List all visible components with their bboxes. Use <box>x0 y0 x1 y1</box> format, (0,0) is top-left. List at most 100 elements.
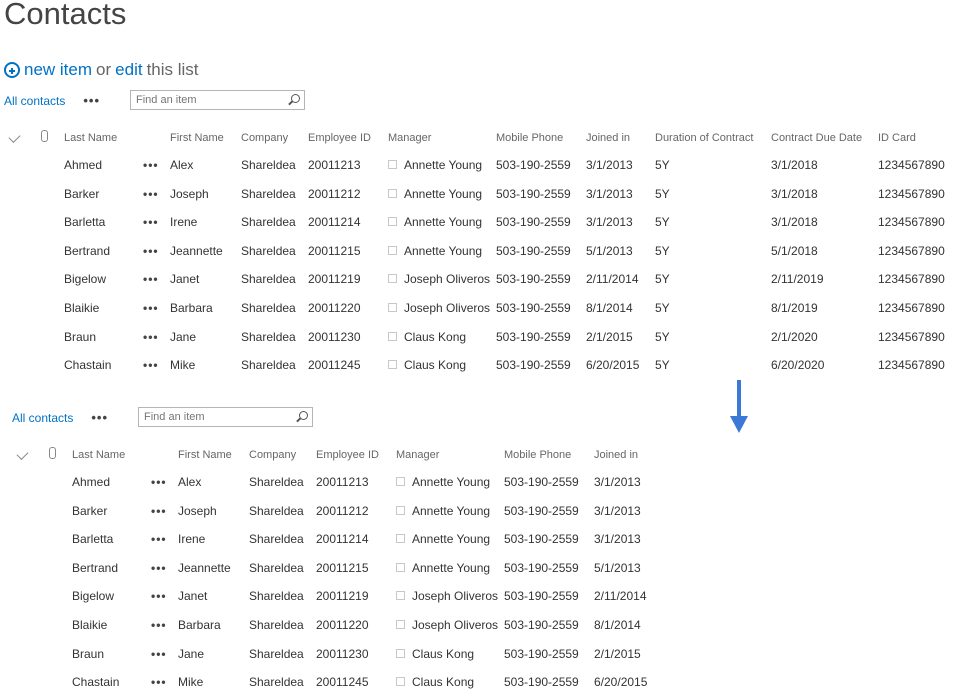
new-item-link[interactable]: new item <box>24 60 92 80</box>
cell-phone: 503-190-2559 <box>496 215 571 230</box>
column-header-mobile-phone[interactable]: Mobile Phone <box>504 449 571 461</box>
cell-last: Bigelow <box>72 589 115 604</box>
view-bar-2: All contacts ••• <box>12 410 108 425</box>
row-more-button[interactable]: ••• <box>143 215 159 229</box>
search-icon-2[interactable] <box>299 411 308 420</box>
cell-phone: 503-190-2559 <box>504 503 579 518</box>
view-more-button[interactable]: ••• <box>83 93 100 108</box>
row-more-button[interactable]: ••• <box>143 330 159 344</box>
cell-phone: 503-190-2559 <box>504 475 579 489</box>
cell-first: Joseph <box>178 503 217 518</box>
cell-duration: 5Y <box>655 186 670 201</box>
cell-phone: 503-190-2559 <box>504 532 579 547</box>
column-header-mobile-phone[interactable]: Mobile Phone <box>496 132 563 144</box>
attachment-icon <box>41 130 48 142</box>
cell-emp-id: 20011220 <box>308 301 361 315</box>
cell-emp-id: 20011212 <box>308 186 361 201</box>
column-header-id-card[interactable]: ID Card <box>878 132 916 144</box>
edit-link[interactable]: edit <box>115 60 142 80</box>
cell-joined: 3/1/2013 <box>594 503 641 518</box>
cell-last: Barker <box>72 503 108 518</box>
view-selector-all-contacts[interactable]: All contacts <box>4 94 65 108</box>
cell-due: 3/1/2018 <box>771 186 818 201</box>
cell-last: Ahmed <box>72 475 111 489</box>
cell-last: Bertrand <box>72 560 119 575</box>
cell-manager: Claus Kong <box>388 330 466 344</box>
cell-phone: 503-190-2559 <box>504 589 579 604</box>
search-icon[interactable] <box>291 94 300 103</box>
row-more-button[interactable]: ••• <box>151 532 167 546</box>
cell-due: 3/1/2018 <box>771 215 818 230</box>
column-header-contract-due-date[interactable]: Contract Due Date <box>771 132 862 144</box>
cell-first: Alex <box>170 158 194 172</box>
row-more-button[interactable]: ••• <box>151 504 167 518</box>
column-header-joined-in[interactable]: Joined in <box>594 449 638 461</box>
column-header-duration-of-contract[interactable]: Duration of Contract <box>655 132 753 144</box>
row-more-button[interactable]: ••• <box>151 647 167 661</box>
cell-last: Blaikie <box>72 618 108 632</box>
cell-first: Jeannette <box>178 560 231 575</box>
cell-id-card: 1234567890 <box>878 215 945 230</box>
row-more-button[interactable]: ••• <box>151 675 167 689</box>
row-more-button[interactable]: ••• <box>143 187 159 201</box>
column-header-first-name[interactable]: First Name <box>178 449 232 461</box>
row-more-button[interactable]: ••• <box>151 561 167 575</box>
cell-phone: 503-190-2559 <box>496 358 571 373</box>
cell-manager: Joseph Oliveros <box>396 589 498 603</box>
cell-joined: 6/20/2015 <box>594 675 648 690</box>
column-header-company[interactable]: Company <box>241 132 288 144</box>
or-text: or <box>96 60 112 79</box>
cell-manager: Annette Young <box>388 215 482 229</box>
cell-emp-id: 20011215 <box>316 560 369 575</box>
down-arrow-icon <box>730 380 748 434</box>
cell-company: Shareldea <box>249 646 304 661</box>
select-all-check-icon[interactable] <box>8 130 21 144</box>
column-header-last-name[interactable]: Last Name <box>64 132 117 144</box>
column-header-employee-id[interactable]: Employee ID <box>316 449 379 461</box>
cell-phone: 503-190-2559 <box>496 329 571 344</box>
cell-emp-id: 20011245 <box>308 358 361 373</box>
row-more-button[interactable]: ••• <box>143 272 159 286</box>
column-header-company[interactable]: Company <box>249 449 296 461</box>
view-selector-all-contacts-2[interactable]: All contacts <box>12 411 73 425</box>
cell-first: Irene <box>178 532 206 547</box>
column-header-joined-in[interactable]: Joined in <box>586 132 630 144</box>
plus-circle-icon[interactable] <box>4 62 20 78</box>
cell-company: Shareldea <box>241 186 296 201</box>
cell-company: Shareldea <box>241 358 296 373</box>
column-header-first-name[interactable]: First Name <box>170 132 224 144</box>
view-bar: All contacts ••• <box>4 93 100 108</box>
cell-duration: 5Y <box>655 158 670 172</box>
cell-phone: 503-190-2559 <box>496 158 571 172</box>
cell-manager: Annette Young <box>388 158 482 172</box>
cell-manager: Claus Kong <box>396 647 474 661</box>
row-more-button[interactable]: ••• <box>151 589 167 603</box>
cell-id-card: 1234567890 <box>878 358 945 373</box>
view-more-button-2[interactable]: ••• <box>91 410 108 425</box>
cell-id-card: 1234567890 <box>878 272 945 287</box>
search-input-2[interactable] <box>139 408 289 426</box>
column-header-employee-id[interactable]: Employee ID <box>308 132 371 144</box>
row-more-button[interactable]: ••• <box>151 618 167 632</box>
search-input[interactable] <box>131 91 281 109</box>
cell-manager: Annette Young <box>396 532 490 546</box>
new-item-bar: new item or edit this list <box>4 60 199 80</box>
cell-first: Janet <box>170 272 200 287</box>
column-header-last-name[interactable]: Last Name <box>72 449 125 461</box>
select-all-check-icon[interactable] <box>16 447 29 461</box>
row-more-button[interactable]: ••• <box>143 158 159 172</box>
cell-first: Janet <box>178 589 208 604</box>
cell-id-card: 1234567890 <box>878 243 945 258</box>
row-more-button[interactable]: ••• <box>143 358 159 372</box>
cell-joined: 2/1/2015 <box>594 646 641 661</box>
cell-duration: 5Y <box>655 329 670 344</box>
cell-company: Shareldea <box>249 675 304 690</box>
column-header-manager[interactable]: Manager <box>396 449 439 461</box>
cell-joined: 3/1/2013 <box>594 532 641 547</box>
row-more-button[interactable]: ••• <box>143 301 159 315</box>
row-more-button[interactable]: ••• <box>151 475 167 489</box>
cell-first: Jeannette <box>170 243 223 258</box>
row-more-button[interactable]: ••• <box>143 244 159 258</box>
cell-due: 8/1/2019 <box>771 301 818 315</box>
column-header-manager[interactable]: Manager <box>388 132 431 144</box>
